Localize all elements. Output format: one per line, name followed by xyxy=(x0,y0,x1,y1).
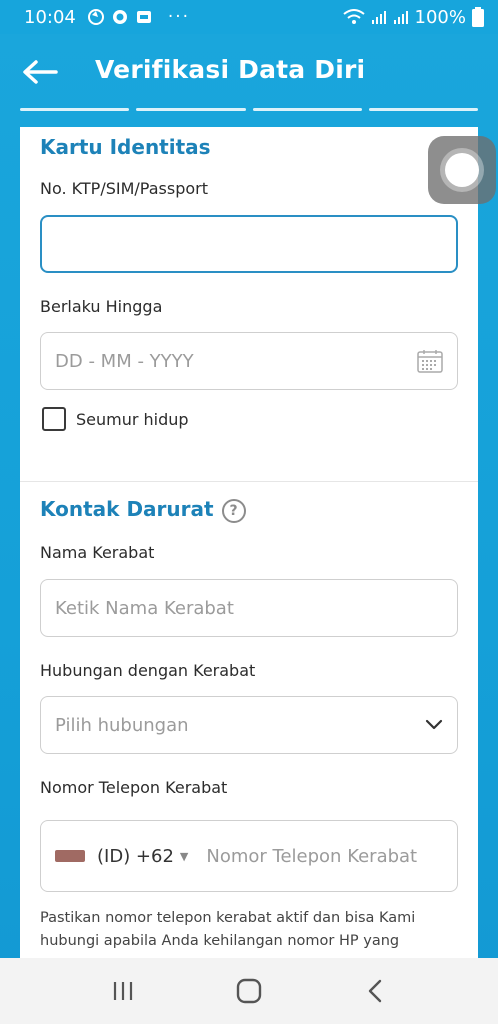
target-icon xyxy=(112,10,127,24)
help-icon[interactable]: ? xyxy=(221,498,246,523)
valid-until-placeholder: DD - MM - YYYY xyxy=(55,350,194,372)
progress-step-2 xyxy=(136,108,246,111)
relative-phone-input[interactable]: (ID) +62 ▼ Nomor Telepon Kerabat xyxy=(40,820,458,892)
valid-until-input[interactable]: DD - MM - YYYY xyxy=(40,332,458,390)
app-header: Verifikasi Data Diri xyxy=(0,34,498,124)
overflow-dots: ··· xyxy=(167,7,191,27)
back-arrow-icon xyxy=(23,60,58,84)
identity-section-title: Kartu Identitas xyxy=(40,135,211,159)
relative-name-label: Nama Kerabat xyxy=(40,543,155,562)
relative-phone-label: Nomor Telepon Kerabat xyxy=(40,778,228,797)
relationship-label: Hubungan dengan Kerabat xyxy=(40,661,256,680)
form-card: Kartu Identitas No. KTP/SIM/Passport Ber… xyxy=(20,127,478,967)
app-notification-icon xyxy=(136,11,151,23)
id-number-label: No. KTP/SIM/Passport xyxy=(40,179,208,198)
lifetime-label: Seumur hidup xyxy=(76,409,189,429)
status-bar: 10:04 ··· 100% xyxy=(0,0,498,34)
relative-phone-placeholder: Nomor Telepon Kerabat xyxy=(206,845,418,867)
floating-assistive-button[interactable] xyxy=(428,136,496,204)
signal-icon-2 xyxy=(393,11,408,24)
valid-until-label: Berlaku Hingga xyxy=(40,297,163,316)
status-time: 10:04 xyxy=(24,6,76,28)
country-code: (ID) +62 xyxy=(97,845,174,867)
assistive-touch-icon xyxy=(445,153,479,187)
wifi-icon xyxy=(342,9,365,24)
flag-icon xyxy=(55,850,85,862)
calendar-icon[interactable] xyxy=(417,349,443,373)
emergency-section-title: Kontak Darurat? xyxy=(40,497,246,523)
section-divider xyxy=(20,481,478,482)
recent-apps-icon xyxy=(113,982,133,1000)
progress-step-1 xyxy=(20,108,130,111)
id-number-input[interactable] xyxy=(40,215,458,273)
lifetime-checkbox[interactable] xyxy=(42,407,66,431)
page-title: Verifikasi Data Diri xyxy=(95,55,366,84)
back-button[interactable] xyxy=(18,54,62,90)
progress-step-3 xyxy=(252,108,362,111)
nav-back-icon xyxy=(368,979,382,1003)
system-nav-bar xyxy=(0,958,498,1024)
signal-icon xyxy=(371,11,386,24)
battery-icon xyxy=(472,7,484,27)
relationship-placeholder: Pilih hubungan xyxy=(55,714,189,736)
step-progress xyxy=(20,108,478,112)
nav-back-button[interactable] xyxy=(355,971,395,1011)
progress-step-4 xyxy=(368,108,478,111)
recent-apps-button[interactable] xyxy=(103,971,143,1011)
chevron-down-icon xyxy=(425,719,443,730)
phone-note: Pastikan nomor telepon kerabat aktif dan… xyxy=(40,910,416,949)
lifetime-checkbox-row[interactable]: Seumur hidup xyxy=(42,407,189,431)
home-button[interactable] xyxy=(229,971,269,1011)
home-icon xyxy=(236,978,262,1004)
relative-name-placeholder: Ketik Nama Kerabat xyxy=(55,597,234,619)
battery-percent: 100% xyxy=(414,6,466,28)
caret-down-icon: ▼ xyxy=(179,849,189,863)
relative-name-input[interactable]: Ketik Nama Kerabat xyxy=(40,579,458,637)
shutter-icon xyxy=(87,9,104,25)
country-code-selector[interactable]: (ID) +62 ▼ xyxy=(55,846,206,867)
relationship-select[interactable]: Pilih hubungan xyxy=(40,696,458,754)
emergency-section-title-text: Kontak Darurat xyxy=(40,497,214,521)
